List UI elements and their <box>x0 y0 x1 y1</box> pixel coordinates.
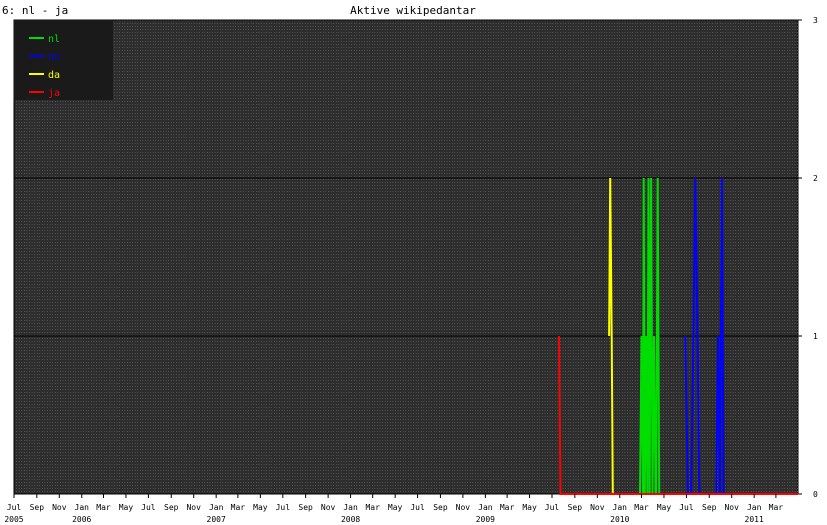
x-month-label: Nov <box>321 503 336 512</box>
x-month-label: Jan <box>613 503 628 512</box>
x-month-label: Nov <box>52 503 67 512</box>
x-month-label: May <box>522 503 537 512</box>
y-tick-label: 1 <box>813 332 818 341</box>
y-tick-label: 3 <box>813 16 818 25</box>
x-month-label: Mar <box>769 503 784 512</box>
legend-label-da: da <box>48 70 60 81</box>
legend-box <box>14 20 113 100</box>
x-month-label: Mar <box>231 503 246 512</box>
x-year-label: 2008 <box>341 515 360 524</box>
x-year-label: 2007 <box>207 515 226 524</box>
x-month-label: Jan <box>343 503 358 512</box>
y-tick-label: 0 <box>813 490 818 499</box>
legend-label-ja: ja <box>48 88 60 99</box>
legend: nl nn da ja <box>14 20 113 100</box>
chart: nlnndaja 6: nl - ja Aktive wikipedantar … <box>2 4 818 524</box>
x-month-label: May <box>119 503 134 512</box>
x-month-label: Mar <box>96 503 111 512</box>
x-month-label: Jul <box>141 503 156 512</box>
x-month-label: Sep <box>30 503 45 512</box>
x-month-label: Sep <box>568 503 583 512</box>
legend-label-nn: nn <box>48 52 60 63</box>
x-year-label: 2006 <box>72 515 91 524</box>
corner-label: 6: nl - ja <box>2 4 68 17</box>
chart-title: Aktive wikipedantar <box>350 4 476 17</box>
x-month-label: Sep <box>164 503 179 512</box>
x-month-label: Nov <box>456 503 471 512</box>
x-month-label: Jul <box>679 503 694 512</box>
x-month-label: Jul <box>7 503 22 512</box>
x-month-label: Jan <box>209 503 224 512</box>
x-month-label: Jan <box>747 503 762 512</box>
y-axis: 0 1 2 3 <box>798 16 818 499</box>
x-month-label: Jan <box>75 503 90 512</box>
y-tick-label: 2 <box>813 174 818 183</box>
x-month-label: May <box>388 503 403 512</box>
x-month-label: Jul <box>276 503 291 512</box>
x-month-label: May <box>657 503 672 512</box>
x-month-label: Nov <box>590 503 605 512</box>
x-month-label: Mar <box>365 503 380 512</box>
x-year-label: 2010 <box>610 515 629 524</box>
x-month-label: Mar <box>500 503 515 512</box>
x-month-label: Jul <box>545 503 560 512</box>
x-year-label: 2009 <box>476 515 495 524</box>
x-month-label: Jan <box>478 503 493 512</box>
x-month-label: Sep <box>298 503 313 512</box>
x-year-label: 2005 <box>4 515 23 524</box>
x-month-label: Nov <box>186 503 201 512</box>
x-year-label: 2011 <box>745 515 764 524</box>
x-month-label: Jul <box>410 503 425 512</box>
x-month-label: Sep <box>433 503 448 512</box>
x-month-label: Nov <box>724 503 739 512</box>
x-axis: Jul Sep Nov Jan Mar May Jul Sep Nov Jan Mar May Jul S… <box>4 494 783 524</box>
x-month-label: Sep <box>702 503 717 512</box>
x-month-label: Mar <box>634 503 649 512</box>
x-month-label: May <box>253 503 268 512</box>
legend-label-nl: nl <box>48 34 60 45</box>
